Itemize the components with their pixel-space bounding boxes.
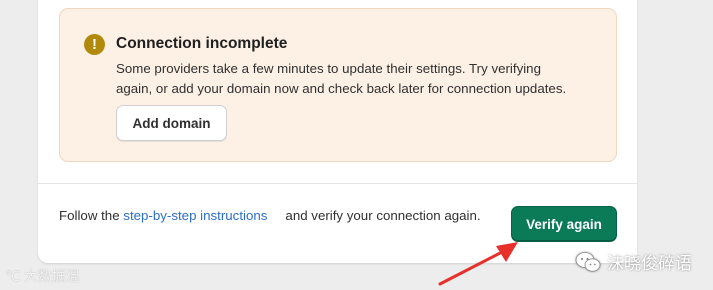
banner-message: Some providers take a few minutes to upd…	[116, 59, 606, 99]
footer-prefix: Follow the	[59, 208, 124, 223]
watermark-logo-icon: ℃	[5, 267, 21, 284]
warning-icon: !	[84, 34, 105, 55]
annotation-arrow-icon	[438, 242, 518, 286]
footer-instructions: Follow the step-by-step instructions and …	[59, 206, 489, 226]
connection-warning-banner: ! Connection incomplete Some providers t…	[59, 8, 617, 162]
watermark-right: 沫晓俊碎语	[575, 249, 692, 274]
banner-message-line: Some providers take a few minutes to upd…	[116, 61, 541, 76]
watermark-right-text: 沫晓俊碎语	[607, 254, 692, 273]
banner-title: Connection incomplete	[116, 35, 288, 52]
footer-suffix: and verify your connection again.	[285, 208, 481, 223]
banner-message-line: again, or add your domain now and check …	[116, 81, 567, 96]
add-domain-button[interactable]: Add domain	[116, 105, 227, 141]
watermark-left: ℃ 大数据混	[5, 266, 80, 286]
step-by-step-instructions-link[interactable]: step-by-step instructions	[123, 208, 267, 223]
watermark-left-text: 大数据混	[23, 268, 80, 284]
wechat-icon	[575, 251, 601, 272]
divider	[38, 183, 637, 184]
domain-connection-card: ! Connection incomplete Some providers t…	[38, 0, 637, 263]
verify-again-button[interactable]: Verify again	[511, 206, 617, 242]
